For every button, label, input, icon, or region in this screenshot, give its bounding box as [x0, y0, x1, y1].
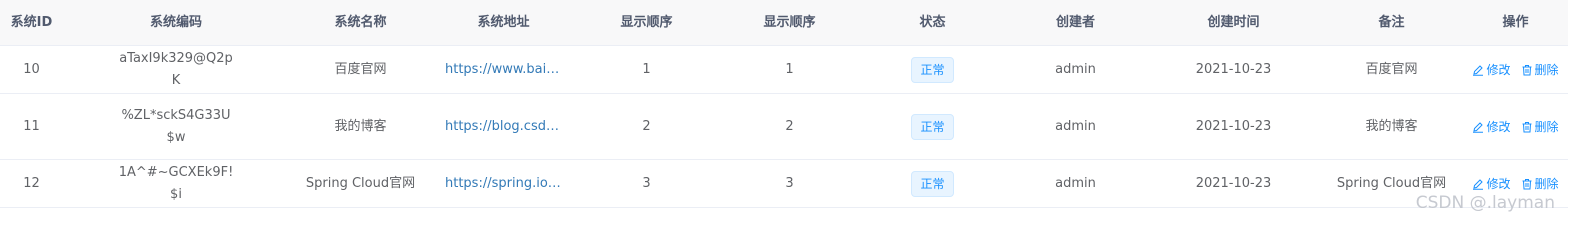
- system-url-link[interactable]: https://www.baid…: [445, 59, 565, 81]
- delete-button[interactable]: 删除: [1521, 59, 1559, 81]
- cell-creator: admin: [1055, 118, 1096, 134]
- status-badge: 正常: [911, 170, 954, 197]
- cell-display-order: 2: [642, 118, 651, 134]
- edit-button[interactable]: 修改: [1472, 173, 1511, 195]
- cell-display-order: 1: [642, 61, 651, 77]
- table-header: 系统ID 系统编码 系统名称 系统地址 显示顺序 显示顺序 状态 创建者 创建时…: [0, 0, 1568, 46]
- system-code-text: %ZL*sckS4G33U$w: [121, 107, 231, 145]
- status-badge: 正常: [911, 113, 954, 140]
- edit-label: 修改: [1486, 119, 1511, 134]
- cell-creator: admin: [1055, 175, 1096, 191]
- table-row[interactable]: 11 %ZL*sckS4G33U$w 我的博客 https://blog.csd…: [0, 94, 1568, 160]
- cell-system-code: aTaxI9k329@Q2pK: [63, 48, 289, 92]
- cell-system-url: https://www.baid…: [432, 59, 575, 81]
- cell-system-id: 12: [23, 175, 40, 191]
- cell-creator: admin: [1055, 61, 1096, 77]
- edit-icon: [1473, 121, 1484, 133]
- cell-remark: 我的博客: [1365, 118, 1418, 134]
- cell-created-time: 2021-10-23: [1195, 118, 1272, 134]
- trash-icon: [1522, 64, 1531, 75]
- cell-system-id: 11: [23, 118, 40, 134]
- header-system-id[interactable]: 系统ID: [0, 12, 63, 34]
- header-display-order-2[interactable]: 显示顺序: [718, 12, 861, 34]
- cell-system-id: 10: [23, 61, 40, 77]
- system-url-link[interactable]: https://spring.io/p…: [445, 173, 565, 195]
- delete-label: 删除: [1534, 119, 1559, 134]
- header-system-name[interactable]: 系统名称: [289, 12, 432, 34]
- cell-actions: 修改 删除: [1463, 116, 1568, 138]
- system-code-text: 1A^#~GCXEk9F!$i: [118, 164, 234, 202]
- system-code-text: aTaxI9k329@Q2pK: [119, 50, 233, 88]
- cell-status: 正常: [861, 113, 1004, 140]
- header-status[interactable]: 状态: [861, 12, 1004, 34]
- cell-display-order: 3: [642, 175, 651, 191]
- edit-button[interactable]: 修改: [1472, 116, 1511, 138]
- cell-actions: 修改 删除: [1463, 173, 1568, 195]
- cell-system-code: 1A^#~GCXEk9F!$i: [63, 162, 289, 206]
- edit-icon: [1473, 64, 1484, 76]
- cell-status: 正常: [861, 170, 1004, 197]
- table-row[interactable]: 12 1A^#~GCXEk9F!$i Spring Cloud官网 https:…: [0, 160, 1568, 208]
- delete-label: 删除: [1534, 62, 1559, 77]
- header-remark[interactable]: 备注: [1320, 12, 1463, 34]
- header-created-time[interactable]: 创建时间: [1147, 12, 1320, 34]
- cell-created-time: 2021-10-23: [1195, 175, 1272, 191]
- csdn-watermark: CSDN @.layman: [1415, 193, 1555, 213]
- cell-system-code: %ZL*sckS4G33U$w: [63, 105, 289, 149]
- header-system-code[interactable]: 系统编码: [63, 12, 289, 34]
- cell-system-url: https://spring.io/p…: [432, 173, 575, 195]
- system-url-link[interactable]: https://blog.csdn.…: [445, 116, 565, 138]
- header-system-url[interactable]: 系统地址: [432, 12, 575, 34]
- cell-system-url: https://blog.csdn.…: [432, 116, 575, 138]
- cell-system-name: 百度官网: [334, 61, 387, 77]
- cell-actions: 修改 删除: [1463, 59, 1568, 81]
- table-row[interactable]: 10 aTaxI9k329@Q2pK 百度官网 https://www.baid…: [0, 46, 1568, 94]
- cell-status: 正常: [861, 56, 1004, 83]
- header-display-order[interactable]: 显示顺序: [575, 12, 718, 34]
- cell-display-order-2: 2: [785, 118, 794, 134]
- status-badge: 正常: [911, 56, 954, 83]
- delete-button[interactable]: 删除: [1521, 173, 1559, 195]
- cell-remark: Spring Cloud官网: [1336, 175, 1447, 191]
- delete-label: 删除: [1534, 176, 1559, 191]
- trash-icon: [1522, 178, 1531, 189]
- header-creator[interactable]: 创建者: [1004, 12, 1147, 34]
- trash-icon: [1522, 121, 1531, 132]
- header-actions: 操作: [1502, 14, 1529, 30]
- cell-system-name: Spring Cloud官网: [305, 175, 416, 191]
- edit-label: 修改: [1486, 176, 1511, 191]
- system-table: 系统ID 系统编码 系统名称 系统地址 显示顺序 显示顺序 状态 创建者 创建时…: [0, 0, 1568, 208]
- delete-button[interactable]: 删除: [1521, 116, 1559, 138]
- edit-label: 修改: [1486, 62, 1511, 77]
- edit-button[interactable]: 修改: [1472, 59, 1511, 81]
- cell-display-order-2: 3: [785, 175, 794, 191]
- cell-created-time: 2021-10-23: [1195, 61, 1272, 77]
- cell-display-order-2: 1: [785, 61, 794, 77]
- edit-icon: [1473, 178, 1484, 190]
- cell-system-name: 我的博客: [334, 118, 387, 134]
- cell-remark: 百度官网: [1365, 61, 1418, 77]
